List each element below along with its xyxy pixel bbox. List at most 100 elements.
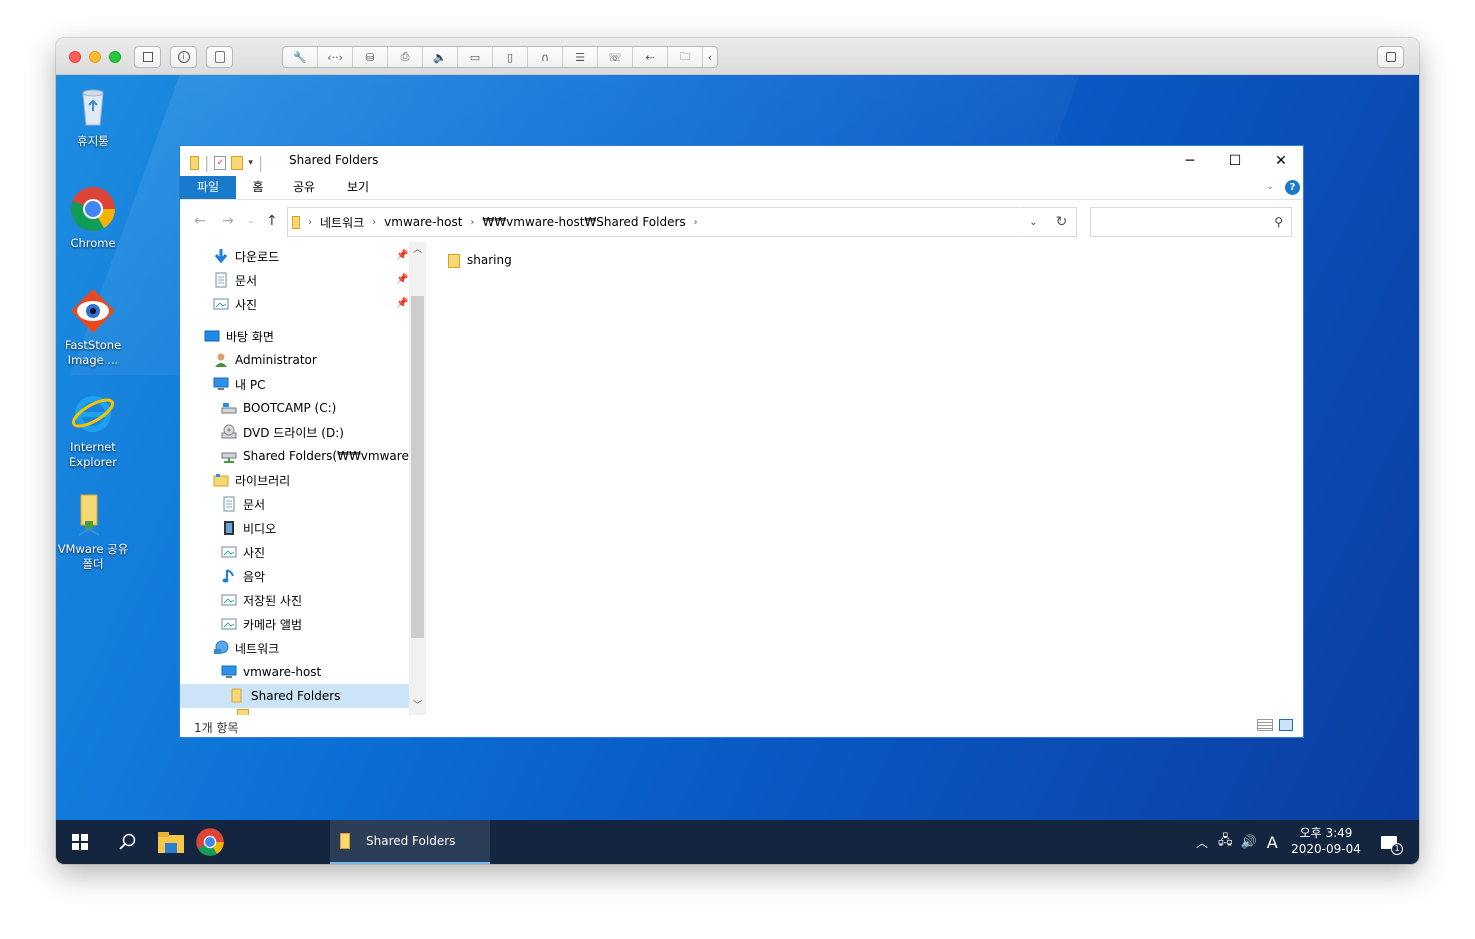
collapse-toolbar-button[interactable]: ‹ [703,47,717,67]
quick-access-toolbar: | ✓ ▾ | [190,153,263,172]
shared-folder-button[interactable]: 🗀 [668,47,703,67]
pin-icon[interactable]: 📌 [396,298,408,309]
breadcrumb-network[interactable]: 네트워크 [320,214,364,231]
volume-icon[interactable]: 🔊 [1241,835,1257,850]
forward-arrow-icon[interactable]: → [222,213,234,229]
nav-item-camera-roll[interactable]: 카메라 앨범 [180,612,409,636]
hard-disk-button[interactable]: ⛁ [353,47,388,67]
nav-item-downloads[interactable]: 다운로드 [180,244,409,268]
tab-file[interactable]: 파일 [180,176,236,199]
minimize-button[interactable]: ─ [1167,146,1213,176]
chevron-right-icon[interactable]: › [308,217,312,228]
help-icon[interactable]: ? [1285,180,1300,195]
customize-toolbar-icon[interactable]: ▾ [248,158,253,168]
start-button[interactable] [56,820,104,864]
breadcrumb-vmware-host[interactable]: vmware-host [384,215,462,229]
clock[interactable]: 오후 3:49 2020-09-04 [1288,825,1364,857]
details-view-icon[interactable] [1257,719,1273,731]
scroll-up-button[interactable]: ︿ [409,242,426,259]
sound-button[interactable]: 🔈 [423,47,458,67]
nav-item-lib-documents[interactable]: 문서 [180,492,409,516]
nav-item-documents[interactable]: 문서 [180,268,409,292]
scrollbar-thumb[interactable] [411,296,424,638]
nav-item-vmware-host[interactable]: vmware-host [180,660,409,684]
expand-ribbon-icon[interactable]: ⌄ [1266,181,1274,192]
shared-folder-small-icon [190,155,199,170]
desktop-icon-vmware-shared[interactable]: VMware 공유 폴더 [56,491,130,572]
chrome-taskbar-button[interactable] [190,820,230,864]
nav-item-partial [180,708,409,715]
fullscreen-toggle-button[interactable] [134,46,161,68]
camera-icon: ▭ [469,50,481,64]
maximize-button[interactable]: ☐ [1212,146,1258,176]
nav-item-lib-videos[interactable]: 비디오 [180,516,409,540]
search-input[interactable]: ⚲ [1090,207,1292,237]
camera-button[interactable]: ▭ [458,47,493,67]
address-dropdown[interactable]: ⌄ [1020,207,1046,237]
wrench-settings-button[interactable]: 🔧 [283,47,318,67]
chevron-right-icon[interactable]: › [470,217,474,228]
desktop-icon-recycle-bin[interactable]: 휴지통 [56,83,130,149]
phone-button[interactable]: ▯ [493,47,528,67]
nav-item-desktop[interactable]: 바탕 화면 [180,324,409,348]
properties-icon[interactable]: ✓ [214,155,227,170]
pin-icon[interactable]: 📌 [396,274,408,285]
large-icons-view-icon[interactable] [1279,719,1293,731]
desktop-icon-faststone[interactable]: FastStone Image ... [56,287,130,368]
tab-home[interactable]: 홈 [242,176,274,199]
back-arrow-icon[interactable]: ← [194,213,206,229]
nav-item-administrator[interactable]: Administrator [180,348,409,372]
usb-button[interactable]: ⇠ [633,47,668,67]
nav-item-bootcamp[interactable]: BOOTCAMP (C:) [180,396,409,420]
window-title: Shared Folders [289,153,379,167]
nav-item-dvd[interactable]: DVD 드라이브 (D:) [180,420,409,444]
window-mode-button[interactable] [1377,46,1404,68]
scroll-down-button[interactable]: ﹀ [409,698,426,715]
refresh-button[interactable]: ↻ [1047,207,1077,237]
network-status-icon[interactable]: 🖧 [1218,831,1233,853]
nav-item-network[interactable]: 네트워크 [180,636,409,660]
storage-button[interactable]: ☰ [563,47,598,67]
file-explorer-taskbar-button[interactable] [152,820,190,864]
tab-share[interactable]: 공유 [284,176,324,199]
recent-locations-icon[interactable]: ⌄ [247,216,255,226]
system-tray: ︿ 🖧 🔊 A [1196,820,1278,864]
desktop-icon-chrome[interactable]: Chrome [56,185,130,251]
desktop-icon-internet-explorer[interactable]: Internet Explorer [56,389,130,470]
nav-item-shared-folders-drive[interactable]: Shared Folders(₩₩vmware-hos [180,444,409,468]
close-window-button[interactable] [69,51,81,63]
snapshot-button[interactable] [206,46,233,68]
close-button[interactable]: ✕ [1258,146,1304,176]
nav-item-this-pc[interactable]: 내 PC [180,372,409,396]
nav-item-lib-pictures[interactable]: 사진 [180,540,409,564]
download-arrow-icon [213,248,229,264]
nav-item-lib-music[interactable]: 음악 [180,564,409,588]
chevron-right-icon[interactable]: › [694,217,698,228]
music-icon [221,568,237,584]
address-bar[interactable]: › 네트워크 › vmware-host › ₩₩vmware-host₩Sha… [287,207,1077,237]
nav-item-shared-folders[interactable]: Shared Folders [180,684,409,708]
action-center-button[interactable]: 1 [1372,820,1406,864]
info-button[interactable]: i [170,46,197,68]
breadcrumb-shared-folders[interactable]: ₩₩vmware-host₩Shared Folders [482,215,685,229]
nav-item-pictures-pinned[interactable]: 사진 [180,292,409,316]
chevron-right-icon[interactable]: › [372,217,376,228]
call-button[interactable]: ☏ [598,47,633,67]
tab-view[interactable]: 보기 [338,176,378,199]
zoom-window-button[interactable] [109,51,121,63]
show-hidden-icons-icon[interactable]: ︿ [1196,834,1208,851]
pin-icon[interactable]: 📌 [396,250,408,261]
search-taskbar-button[interactable] [104,820,152,864]
new-folder-icon[interactable] [231,155,244,170]
ime-indicator[interactable]: A [1267,833,1278,852]
folder-icon [448,252,462,268]
printer-button[interactable]: ⎙ [388,47,423,67]
taskbar-window-shared-folders[interactable]: Shared Folders [330,820,490,864]
up-arrow-icon[interactable]: ↑ [266,213,278,229]
nav-item-libraries[interactable]: 라이브러리 [180,468,409,492]
code-button[interactable]: ‹··› [318,47,353,67]
nav-item-saved-pictures[interactable]: 저장된 사진 [180,588,409,612]
headset-button[interactable]: ∩ [528,47,563,67]
minimize-window-button[interactable] [89,51,101,63]
file-item-sharing[interactable]: sharing [448,252,512,268]
